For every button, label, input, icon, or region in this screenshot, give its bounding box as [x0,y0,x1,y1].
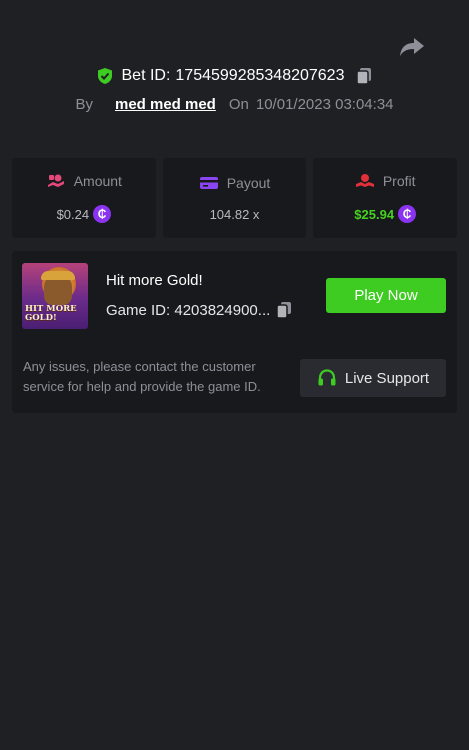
game-title: Hit more Gold! [106,272,203,289]
verified-shield-icon [97,68,112,84]
bet-stats: Amount $0.24 ₵ Payout 104.82 x Profit $2… [12,158,458,238]
bet-id-label: Bet ID: [121,67,171,84]
headset-icon [318,369,336,386]
amount-icon [47,174,64,187]
play-now-button[interactable]: Play Now [326,278,446,313]
profit-value: $25.94 [354,206,395,222]
bet-datetime: 10/01/2023 03:04:34 [255,96,394,113]
share-button[interactable] [399,36,425,58]
stat-profit: Profit $25.94 ₵ [313,158,458,238]
game-card: HIT MORE GOLD! Hit more Gold! Game ID: 4… [12,251,457,413]
by-label: By [75,96,93,113]
bet-meta-line: By med med med On 10/01/2023 03:04:34 [0,96,469,113]
amount-value: $0.24 [56,206,90,222]
coin-icon: ₵ [398,205,417,223]
profit-label: Profit [382,173,416,189]
stat-payout: Payout 104.82 x [162,158,307,238]
copy-icon[interactable] [355,67,373,85]
payout-value: 104.82 x [209,206,260,222]
coin-icon: ₵ [93,205,112,223]
username-link[interactable]: med med med [115,96,216,113]
support-help-text: Any issues, please contact the customer … [23,359,261,394]
bet-id-line: Bet ID: 1754599285348207623 [0,67,469,85]
game-id-line: Game ID: 4203824900... [106,301,292,319]
card-icon [199,176,218,189]
profit-icon [355,174,374,187]
stat-amount: Amount $0.24 ₵ [12,158,156,238]
share-icon [400,38,424,56]
thumbnail-title: HIT MORE GOLD! [25,304,77,323]
bet-id-value: 1754599285348207623 [175,67,345,84]
game-id-value: Game ID: 4203824900... [106,301,271,319]
on-label: On [228,96,249,113]
payout-label: Payout [226,174,271,191]
copy-icon[interactable] [276,301,292,319]
game-thumbnail[interactable]: HIT MORE GOLD! [22,263,88,329]
live-support-button[interactable]: Live Support [300,359,446,397]
amount-label: Amount [73,173,122,189]
live-support-label: Live Support [344,369,430,387]
